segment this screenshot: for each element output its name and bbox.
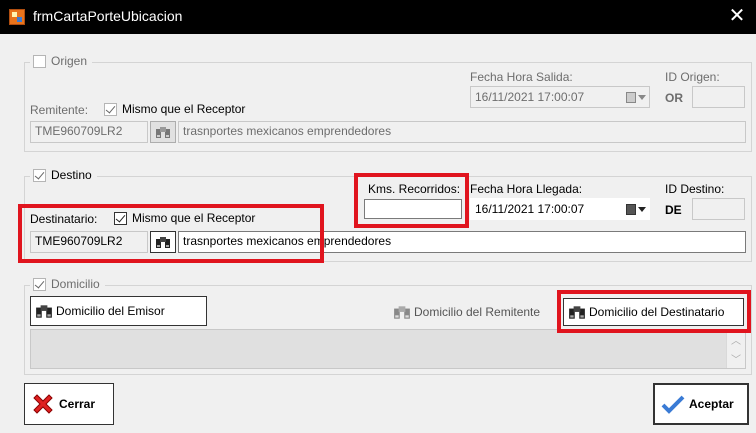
fecha-salida-picker[interactable]: 16/11/2021 17:00:07: [470, 86, 650, 108]
form-icon: [9, 9, 25, 25]
origen-legend-label: Origen: [51, 54, 88, 68]
calendar-icon[interactable]: [626, 202, 646, 216]
destino-legend-label: Destino: [51, 168, 92, 182]
cerrar-label: Cerrar: [59, 397, 96, 411]
remitente-rfc: TME960709LR2: [30, 121, 148, 143]
domicilio-remitente-label: Domicilio del Remitente: [414, 305, 541, 319]
domicilio-remitente-button[interactable]: Domicilio del Remitente: [388, 298, 553, 326]
remitente-mismo-checkbox[interactable]: Mismo que el Receptor: [104, 102, 245, 116]
title-bar: frmCartaPorteUbicacion ✕: [0, 0, 756, 34]
aceptar-label: Aceptar: [689, 397, 734, 411]
destino-checkbox[interactable]: [33, 168, 46, 182]
remitente-mismo-box[interactable]: [104, 102, 117, 116]
id-destino-input[interactable]: [692, 198, 745, 220]
scroll-up-icon[interactable]: ︿: [731, 332, 741, 347]
domicilio-scrollbar[interactable]: ︿ ﹀: [726, 330, 745, 368]
id-origen-input[interactable]: [692, 86, 745, 108]
fecha-llegada-picker[interactable]: 16/11/2021 17:00:07: [470, 198, 650, 220]
origen-legend[interactable]: Origen: [30, 54, 93, 68]
calendar-icon[interactable]: [626, 90, 646, 104]
cerrar-button[interactable]: Cerrar: [24, 383, 114, 425]
id-destino-prefix: DE: [665, 203, 682, 217]
close-icon[interactable]: ✕: [722, 2, 752, 30]
fecha-llegada-value: 16/11/2021 17:00:07: [475, 202, 585, 216]
id-origen-prefix: OR: [665, 91, 683, 105]
id-destino-label: ID Destino:: [665, 182, 725, 196]
remitente-mismo-label: Mismo que el Receptor: [122, 102, 246, 116]
red-x-icon: [33, 394, 53, 414]
id-origen-label: ID Origen:: [665, 70, 720, 84]
fecha-salida-value: 16/11/2021 17:00:07: [475, 90, 585, 104]
binoculars-icon: [36, 304, 52, 318]
domicilio-textarea[interactable]: [30, 329, 746, 369]
remitente-search-button[interactable]: [150, 121, 176, 143]
window-title: frmCartaPorteUbicacion: [33, 8, 183, 24]
origen-checkbox[interactable]: [33, 54, 46, 68]
domicilio-emisor-label: Domicilio del Emisor: [56, 304, 165, 318]
aceptar-button[interactable]: Aceptar: [653, 383, 749, 425]
remitente-label: Remitente:: [30, 103, 89, 117]
highlight-kms: [354, 173, 469, 228]
destino-legend[interactable]: Destino: [30, 168, 97, 182]
highlight-domicilio-destinatario: [557, 290, 751, 333]
remitente-nombre: trasnportes mexicanos emprendedores: [178, 121, 746, 143]
domicilio-legend[interactable]: Domicilio: [30, 277, 105, 291]
fecha-salida-label: Fecha Hora Salida:: [470, 70, 573, 84]
domicilio-legend-label: Domicilio: [51, 277, 100, 291]
domicilio-checkbox[interactable]: [33, 277, 46, 291]
domicilio-emisor-button[interactable]: Domicilio del Emisor: [30, 296, 207, 326]
fecha-llegada-label: Fecha Hora Llegada:: [470, 182, 583, 196]
checkmark-icon: [661, 395, 685, 414]
binoculars-icon: [394, 305, 410, 319]
highlight-destinatario: [18, 204, 324, 263]
scroll-down-icon[interactable]: ﹀: [731, 351, 741, 366]
binoculars-icon: [156, 126, 170, 138]
